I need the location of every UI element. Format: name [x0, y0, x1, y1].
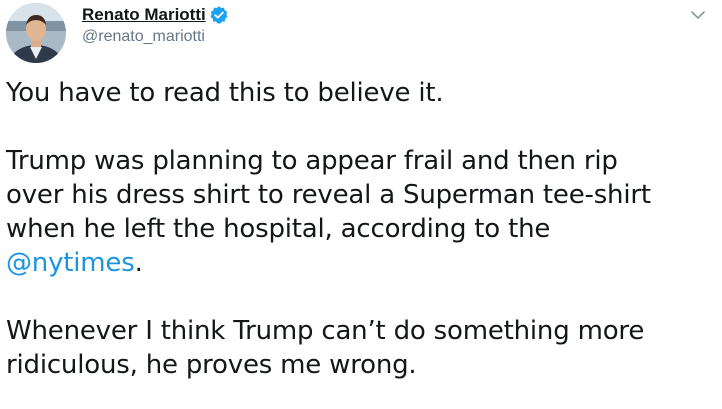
tweet-header: Renato Mariotti @renato_mariotti: [6, 0, 716, 64]
paragraph-2-end: .: [134, 248, 143, 278]
profile-photo: [6, 3, 66, 63]
chevron-down-icon[interactable]: [690, 6, 706, 19]
mention-link[interactable]: @nytimes: [6, 248, 135, 278]
tweet-text: You have to read this to believe it. Tru…: [6, 76, 718, 382]
author-handle[interactable]: @renato_mariotti: [82, 28, 229, 46]
avatar[interactable]: [6, 3, 66, 63]
verified-badge-icon: [209, 5, 229, 25]
display-name-row: Renato Mariotti: [82, 4, 229, 26]
tweet-paragraph-2: Trump was planning to appear frail and t…: [6, 144, 718, 280]
author-names: Renato Mariotti @renato_mariotti: [82, 4, 229, 46]
tweet-paragraph-3: Whenever I think Trump can’t do somethin…: [6, 316, 645, 380]
tweet-paragraph-1: You have to read this to believe it.: [6, 78, 444, 108]
tweet-card: Renato Mariotti @renato_mariotti You hav…: [0, 0, 722, 409]
display-name[interactable]: Renato Mariotti: [82, 5, 206, 25]
paragraph-2-text: Trump was planning to appear frail and t…: [6, 146, 651, 244]
